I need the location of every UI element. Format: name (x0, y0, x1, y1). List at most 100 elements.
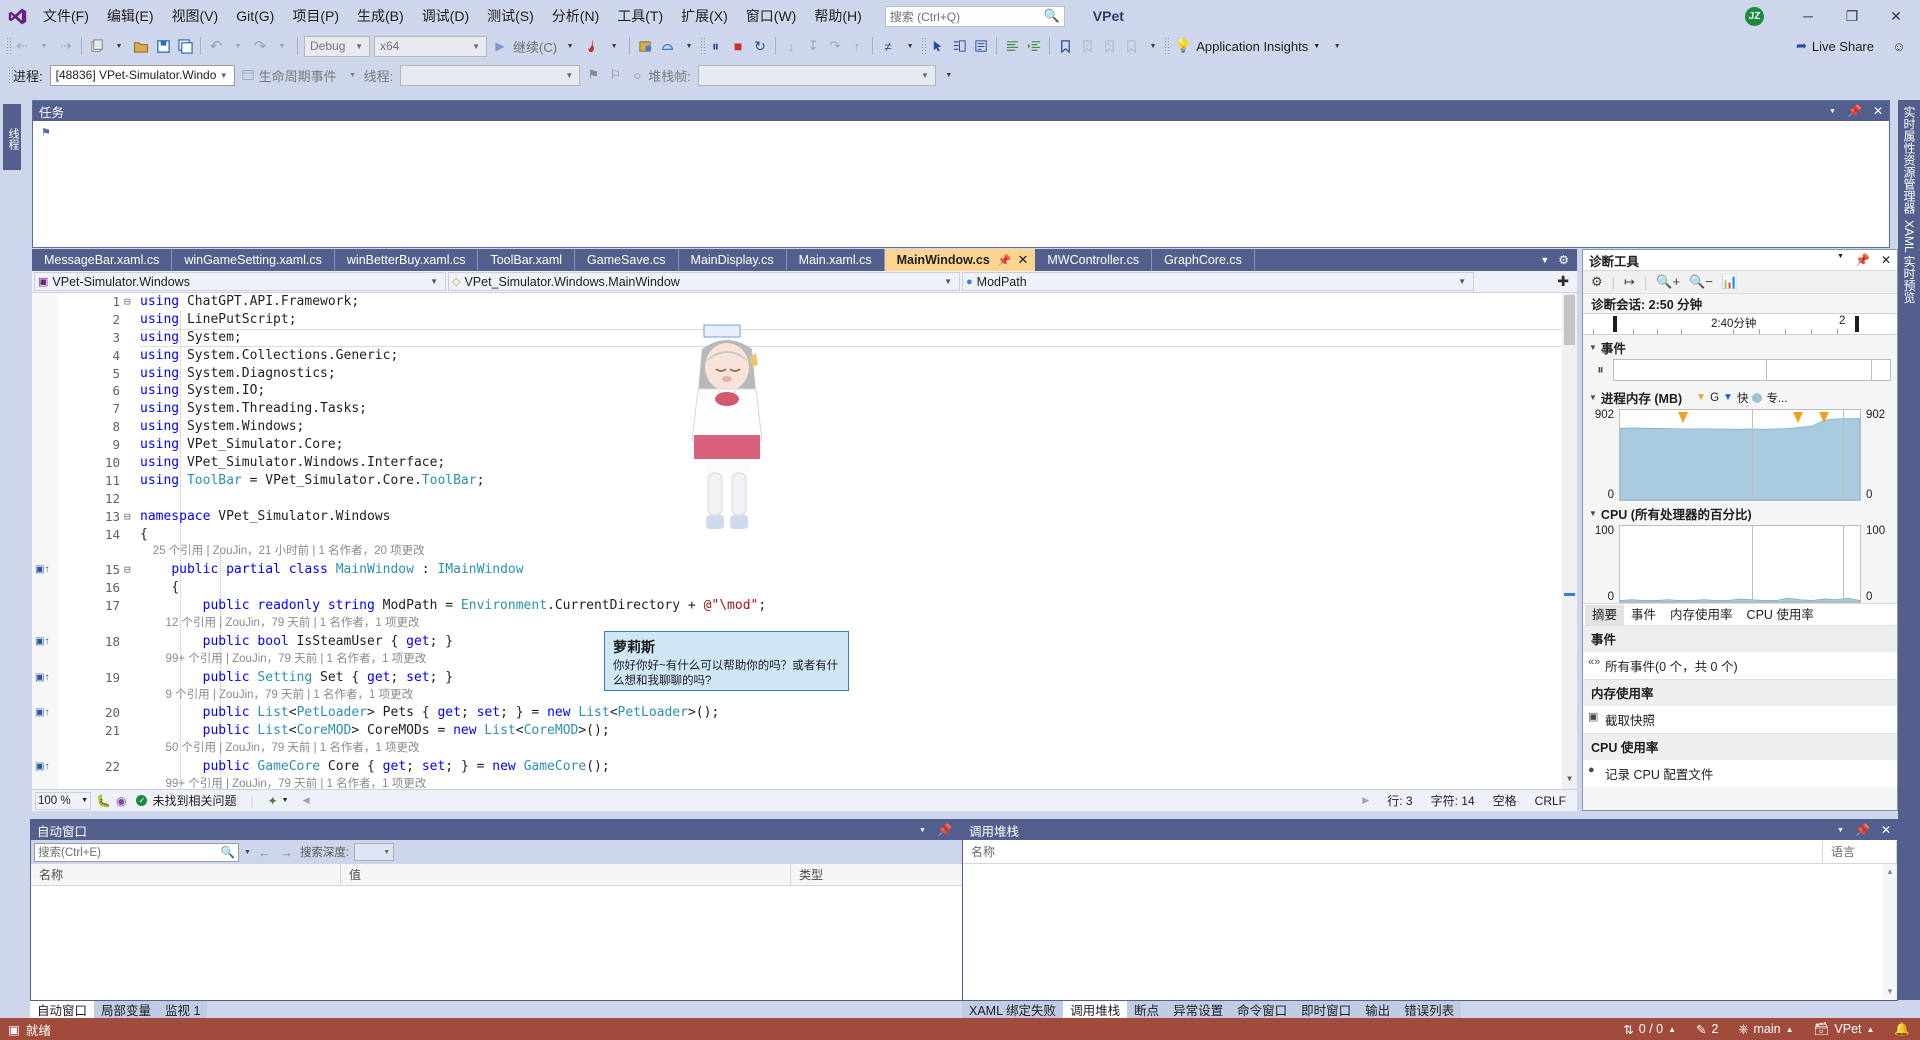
tasks-pane-dropdown-icon[interactable]: ▼ (1829, 108, 1836, 115)
tab-main-xaml-cs[interactable]: Main.xaml.cs (787, 249, 885, 271)
scroll-down-icon[interactable]: ▼ (1562, 774, 1577, 789)
minimize-button[interactable]: ─ (1786, 0, 1830, 32)
menu-analyze[interactable]: 分析(N) (543, 3, 608, 29)
tab-settings-gear-icon[interactable]: ⚙ (1558, 253, 1569, 267)
codelens-text[interactable]: 12 个引用 | ZouJin，79 天前 | 1 名作者，1 项更改 (140, 615, 420, 633)
chevron-down-icon[interactable]: ▼ (282, 797, 289, 804)
bookmark-dropdown-icon[interactable]: ▼ (1142, 34, 1164, 58)
vpet-character-overlay[interactable] (672, 323, 782, 543)
thread-marker-icon[interactable]: ≠ (877, 34, 899, 58)
editor-vertical-scrollbar[interactable]: ▲ ▼ (1562, 293, 1577, 789)
repository-button[interactable]: 🗃 VPet ▲ (1814, 1022, 1875, 1037)
step-into-arrow-icon[interactable]: ↓ (780, 34, 802, 58)
reset-view-icon[interactable]: 📊 (1722, 274, 1738, 290)
diag-tab-summary[interactable]: 摘要 (1585, 605, 1624, 625)
indentation-indicator[interactable]: 空格 (1493, 792, 1517, 809)
vpet-chat-bubble[interactable]: 萝莉斯 你好你好~有什么可以帮助你的吗？或者有什么想和我聊聊的吗? (604, 631, 849, 691)
fold-toggle-icon[interactable]: ⊟ (124, 561, 131, 579)
autos-column-value[interactable]: 值 (341, 864, 791, 886)
call-stack-pin-icon[interactable]: 📌 (1855, 823, 1870, 837)
zoom-level-combo[interactable]: 100 % ▼ (35, 792, 91, 810)
project-combo[interactable]: ▣ VPet-Simulator.Windows ▼ (34, 272, 446, 291)
menu-project[interactable]: 项目(P) (283, 3, 348, 29)
pending-changes-button[interactable]: ✎ 2 (1696, 1022, 1718, 1037)
pause-icon[interactable]: ⏸ (1589, 362, 1613, 378)
configuration-combo[interactable]: Debug ▼ (304, 36, 370, 57)
new-project-dropdown-icon[interactable]: ▼ (108, 34, 130, 58)
memory-chart[interactable] (1619, 409, 1861, 501)
lifecycle-label[interactable]: 生命周期事件 (259, 66, 337, 85)
hot-reload-dropdown-icon[interactable]: ▼ (603, 34, 625, 58)
search-depth-combo[interactable]: ▼ (354, 843, 394, 861)
select-element-icon[interactable] (926, 34, 948, 58)
menu-window[interactable]: 窗口(W) (737, 3, 806, 29)
settings-gear-icon[interactable]: ⚙ (1591, 274, 1603, 290)
codelens-text[interactable]: 99+ 个引用 | ZouJin，79 天前 | 1 名作者，1 项更改 (140, 651, 426, 669)
type-combo[interactable]: ◇ VPet_Simulator.Windows.MainWindow ▼ (448, 272, 960, 291)
autos-pin-icon[interactable]: 📌 (937, 823, 952, 837)
toolbar-overflow-icon[interactable]: ▼ (1326, 34, 1348, 58)
codelens-glyph-icon[interactable]: ▣↑ (35, 704, 57, 722)
run-to-cursor-icon[interactable]: ↑ (846, 34, 868, 58)
debug-toolbar-overflow-icon[interactable]: ▼ (938, 63, 960, 87)
thread-dropdown-icon[interactable]: ▼ (899, 34, 921, 58)
align-icon[interactable] (1001, 34, 1023, 58)
undo-icon[interactable]: ↶ (205, 34, 227, 58)
expand-strip-icon[interactable]: ▶ (1362, 795, 1369, 806)
restart-icon[interactable]: ↻ (749, 34, 771, 58)
save-icon[interactable] (152, 34, 174, 58)
scroll-down-icon[interactable]: ▼ (1886, 987, 1894, 996)
bug-icon[interactable]: 🐛 (96, 794, 111, 808)
redo-dropdown-icon[interactable]: ▼ (271, 34, 293, 58)
live-property-explorer-tab[interactable]: 实时属性资源管理器 (1901, 106, 1918, 214)
scroll-up-icon[interactable]: ▲ (1886, 867, 1894, 876)
tab-wingamesetting-xaml-cs[interactable]: winGameSetting.xaml.cs (172, 249, 335, 271)
menu-help[interactable]: 帮助(H) (805, 3, 870, 29)
branch-button[interactable]: ⎈ main ▲ (1738, 1022, 1793, 1037)
tab-messagebar-xaml-cs[interactable]: MessageBar.xaml.cs (32, 249, 172, 271)
collapse-strip-icon[interactable]: ◀ (303, 795, 310, 806)
close-button[interactable]: ✕ (1874, 0, 1918, 32)
export-icon[interactable]: ↦ (1624, 274, 1635, 290)
call-stack-column-language[interactable]: 语言 (1823, 841, 1897, 863)
hot-reload-icon[interactable] (581, 34, 603, 58)
menu-git[interactable]: Git(G) (227, 3, 283, 29)
intellicode-icon[interactable]: ◉ (116, 794, 126, 808)
navigate-forward-icon[interactable]: ⇢ (55, 34, 77, 58)
step-into-icon[interactable] (634, 34, 656, 58)
call-stack-column-name[interactable]: 名称 (963, 841, 1823, 863)
fold-toggle-icon[interactable]: ⊟ (124, 293, 131, 311)
diag-tab-memory[interactable]: 内存使用率 (1663, 605, 1740, 625)
navigate-backward-dropdown-icon[interactable]: ▼ (33, 34, 55, 58)
codelens-glyph-icon[interactable]: ▣↑ (35, 633, 57, 651)
call-stack-scrollbar[interactable]: ▲ ▼ (1883, 864, 1897, 999)
diag-tab-cpu[interactable]: CPU 使用率 (1740, 605, 1821, 625)
menu-file[interactable]: 文件(F) (34, 3, 98, 29)
redo-icon[interactable]: ↷ (249, 34, 271, 58)
autos-search-dropdown-icon[interactable]: ▼ (244, 849, 251, 856)
call-stack-dropdown-icon[interactable]: ▼ (1837, 827, 1844, 834)
break-all-icon[interactable]: ⏸ (705, 34, 727, 58)
thread-combo[interactable]: ▼ (400, 65, 580, 86)
step-over-arrow-icon[interactable]: ↧ (802, 34, 824, 58)
autos-search-input[interactable]: 搜索(Ctrl+E) 🔍 (34, 843, 239, 862)
feedback-icon[interactable]: ☺ (1888, 34, 1910, 58)
tab-mwcontroller-cs[interactable]: MWController.cs (1035, 249, 1152, 271)
lifecycle-dropdown-icon[interactable]: ▼ (342, 63, 364, 87)
menu-build[interactable]: 生成(B) (348, 3, 413, 29)
menu-debug[interactable]: 调试(D) (413, 3, 478, 29)
continue-dropdown-icon[interactable]: ▼ (559, 34, 581, 58)
search-next-icon[interactable]: → (278, 845, 295, 860)
next-bookmark-icon[interactable] (1098, 34, 1120, 58)
menu-view[interactable]: 视图(V) (163, 3, 228, 29)
zoom-in-icon[interactable]: 🔍+ (1656, 274, 1680, 290)
codelens-glyph-icon[interactable]: ▣↑ (35, 758, 57, 776)
clear-bookmarks-icon[interactable] (1120, 34, 1142, 58)
diag-tab-events[interactable]: 事件 (1624, 605, 1663, 625)
save-all-icon[interactable] (174, 34, 196, 58)
tasks-pane-close-icon[interactable]: ✕ (1873, 104, 1883, 118)
threads-vertical-tab[interactable]: 线程 (3, 104, 21, 170)
platform-combo[interactable]: x64 ▼ (374, 36, 487, 57)
tab-toolbar-xaml[interactable]: ToolBar.xaml (478, 249, 575, 271)
autos-column-name[interactable]: 名称 (31, 864, 341, 886)
